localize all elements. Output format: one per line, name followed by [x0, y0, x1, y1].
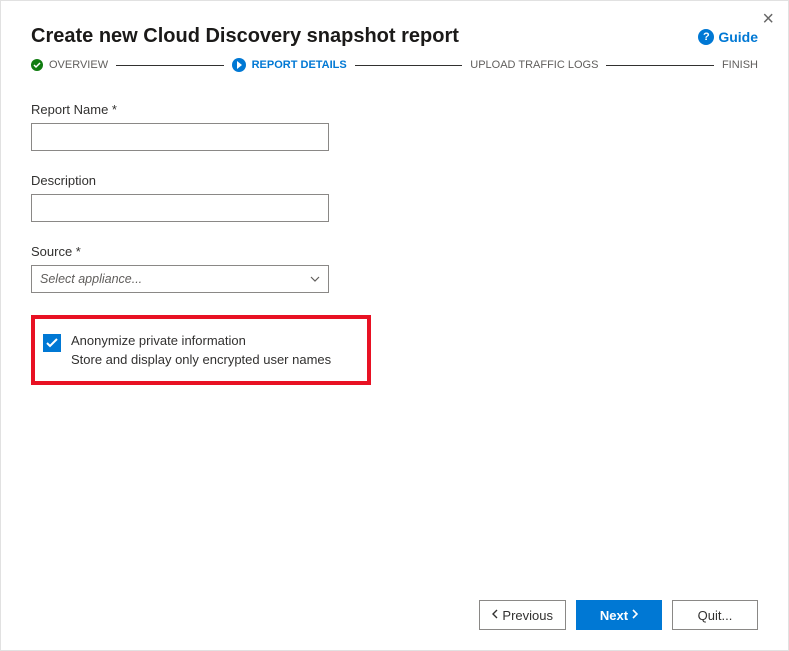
check-circle-icon: [31, 59, 43, 71]
report-name-input[interactable]: [31, 123, 329, 151]
close-icon[interactable]: ×: [762, 9, 774, 29]
field-description: Description: [31, 173, 758, 222]
source-select[interactable]: Select appliance...: [31, 265, 329, 293]
anonymize-label: Anonymize private information: [71, 333, 331, 348]
field-report-name: Report Name *: [31, 102, 758, 151]
source-label: Source *: [31, 244, 758, 259]
dialog: × Create new Cloud Discovery snapshot re…: [1, 1, 788, 650]
previous-button[interactable]: Previous: [479, 600, 566, 630]
step-label: FINISH: [722, 59, 758, 71]
source-placeholder: Select appliance...: [40, 272, 142, 286]
previous-label: Previous: [502, 608, 553, 623]
next-label: Next: [600, 608, 628, 623]
chevron-left-icon: [492, 609, 498, 622]
quit-label: Quit...: [698, 608, 733, 623]
anonymize-text: Anonymize private information Store and …: [71, 333, 331, 367]
guide-label: Guide: [718, 29, 758, 45]
anonymize-row: Anonymize private information Store and …: [43, 333, 355, 367]
anonymize-highlight: Anonymize private information Store and …: [31, 315, 371, 385]
description-label: Description: [31, 173, 758, 188]
report-name-label: Report Name *: [31, 102, 758, 117]
header: Create new Cloud Discovery snapshot repo…: [31, 25, 758, 48]
anonymize-description: Store and display only encrypted user na…: [71, 352, 331, 367]
field-source: Source * Select appliance...: [31, 244, 758, 293]
step-line: [116, 65, 224, 66]
play-circle-icon: [232, 58, 246, 72]
step-upload-traffic-logs[interactable]: UPLOAD TRAFFIC LOGS: [470, 59, 598, 71]
quit-button[interactable]: Quit...: [672, 600, 758, 630]
step-label: OVERVIEW: [49, 59, 108, 71]
page-title: Create new Cloud Discovery snapshot repo…: [31, 25, 459, 48]
footer: Previous Next Quit...: [479, 600, 758, 630]
next-button[interactable]: Next: [576, 600, 662, 630]
step-line: [606, 65, 714, 66]
help-icon: ?: [698, 29, 714, 45]
anonymize-checkbox[interactable]: [43, 334, 61, 352]
step-label: REPORT DETAILS: [252, 59, 347, 71]
step-finish[interactable]: FINISH: [722, 59, 758, 71]
chevron-down-icon: [310, 274, 320, 285]
step-report-details[interactable]: REPORT DETAILS: [232, 58, 347, 72]
step-overview[interactable]: OVERVIEW: [31, 59, 108, 71]
chevron-right-icon: [632, 609, 638, 622]
guide-link[interactable]: ? Guide: [698, 29, 758, 45]
step-label: UPLOAD TRAFFIC LOGS: [470, 59, 598, 71]
stepper: OVERVIEW REPORT DETAILS UPLOAD TRAFFIC L…: [31, 58, 758, 72]
step-line: [355, 65, 463, 66]
description-input[interactable]: [31, 194, 329, 222]
